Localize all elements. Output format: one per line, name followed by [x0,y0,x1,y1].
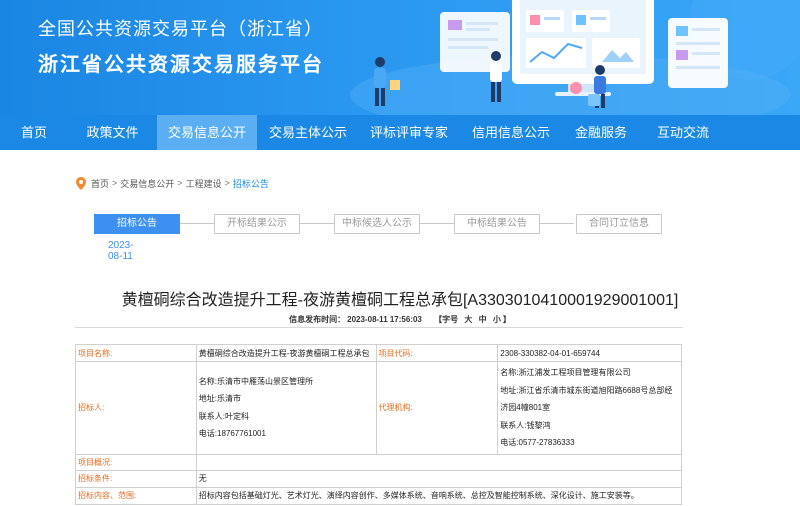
step-connector [540,223,574,224]
tenderer-label: 招标人: [75,361,197,455]
font-size-close: 】 [502,315,511,324]
step-bid-opening-result[interactable]: 开标结果公示 [214,214,300,234]
publish-time: 2023-08-11 17:56:03 [347,315,422,324]
agency-phone: 电话:0577-27836333 [500,438,575,447]
publish-label: 信息发布时间： [289,315,346,324]
step-connector [180,223,214,224]
page-title: 黄檀硐综合改造提升工程-夜游黄檀硐工程总承包[A3303010410001929… [121,292,679,309]
platform-title-zhejiang: 浙江省公共资源交易服务平台 [38,54,324,76]
step-award-result[interactable]: 中标结果公告 [454,214,540,234]
main-navigation: 首页 政策文件 交易信息公开 交易主体公示 评标评审专家 信用信息公示 金融服务… [0,115,800,150]
project-info-table: 项目名称: 黄檀硐综合改造提升工程-夜游黄檀硐工程总承包 项目代码: 2308-… [75,344,683,505]
step-contract-info[interactable]: 合同订立信息 [576,214,662,234]
step-candidate-notice[interactable]: 中标候选人公示 [334,214,420,234]
banner-illustration [350,0,800,115]
project-code-value: 2308-330382-04-01-659744 [497,344,682,362]
breadcrumb-engineering[interactable]: 工程建设 [186,177,222,190]
agency-contact: 联系人:钱黎鸿 [500,420,551,430]
step-connector [420,223,454,224]
nav-item-experts[interactable]: 评标评审专家 [359,115,459,150]
tenderer-address: 地址:乐清市 [198,394,242,404]
overview-label: 项目概况: [75,453,197,471]
agency-name: 名称:浙江浦发工程项目管理有限公司 [500,368,631,377]
conditions-value: 无 [195,469,683,488]
table-row: 招标条件: 无 [75,469,683,488]
breadcrumb-trade-info[interactable]: 交易信息公开 [120,177,174,190]
agency-address: 地址:浙江省乐清市城东街道旭阳路6688号总部经济园4幢801室 [500,385,673,413]
agency-label: 代理机构: [375,361,499,455]
scope-value: 招标内容包括基础灯光、艺术灯光、演绎内容创作、多媒体系统、音响系统、总控及智能控… [195,486,683,505]
font-size-medium-button[interactable]: 中 [479,315,487,324]
nav-item-home[interactable]: 首页 [0,115,68,150]
conditions-label: 招标条件: [75,469,197,488]
title-divider [75,327,683,328]
nav-item-policy[interactable]: 政策文件 [68,115,157,150]
breadcrumb-separator: > [177,178,183,188]
tenderer-name: 名称:乐清市中雁荡山景区管理所 [198,376,314,386]
table-row: 项目名称: 黄檀硐综合改造提升工程-夜游黄檀硐工程总承包 项目代码: 2308-… [75,344,682,362]
nav-item-credit[interactable]: 信用信息公示 [459,115,563,150]
header-banner: 全国公共资源交易平台（浙江省） 浙江省公共资源交易服务平台 [0,0,800,115]
project-code-label: 项目代码: [375,344,499,362]
overview-value [195,453,683,471]
table-row: 招标人: 名称:乐清市中雁荡山景区管理所 地址:乐清市 联系人:叶定科 电话:1… [75,361,682,455]
breadcrumb-home[interactable]: 首页 [91,177,109,190]
font-size-label: 【字号 [434,315,459,324]
breadcrumb-current: 招标公告 [232,178,269,189]
tenderer-phone: 电话:18767761001 [198,429,266,439]
step-tender-notice[interactable]: 招标公告 [94,214,180,234]
platform-title-national: 全国公共资源交易平台（浙江省） [38,19,323,39]
table-row: 项目概况: [75,453,683,471]
breadcrumb: 首页 > 交易信息公开 > 工程建设 > 招标公告 [76,175,269,191]
nav-item-finance[interactable]: 金融服务 [563,115,639,150]
breadcrumb-separator: > [224,178,230,188]
step-date: 2023-08-11 [108,240,134,262]
agency-value: 名称:浙江浦发工程项目管理有限公司 地址:浙江省乐清市城东街道旭阳路6688号总… [497,361,682,455]
font-size-large-button[interactable]: 大 [464,315,472,324]
tenderer-value: 名称:乐清市中雁荡山景区管理所 地址:乐清市 联系人:叶定科 电话:187677… [195,361,377,455]
step-connector [300,223,334,224]
font-size-small-button[interactable]: 小 [493,315,501,324]
project-name-value: 黄檀硐综合改造提升工程-夜游黄檀硐工程总承包 [195,344,377,362]
project-name-label: 项目名称: [75,344,197,362]
table-row: 招标内容、范围: 招标内容包括基础灯光、艺术灯光、演绎内容创作、多媒体系统、音响… [75,486,683,505]
nav-item-interaction[interactable]: 互动交流 [639,115,727,150]
nav-item-trade-info[interactable]: 交易信息公开 [157,115,257,150]
publish-meta: 信息发布时间： 2023-08-11 17:56:03 【字号 大 中 小】 [0,314,800,325]
breadcrumb-separator: > [112,178,118,188]
location-pin-icon [76,176,86,190]
nav-item-trade-subjects[interactable]: 交易主体公示 [257,115,359,150]
tenderer-contact: 联系人:叶定科 [198,411,250,421]
scope-label: 招标内容、范围: [75,486,197,505]
